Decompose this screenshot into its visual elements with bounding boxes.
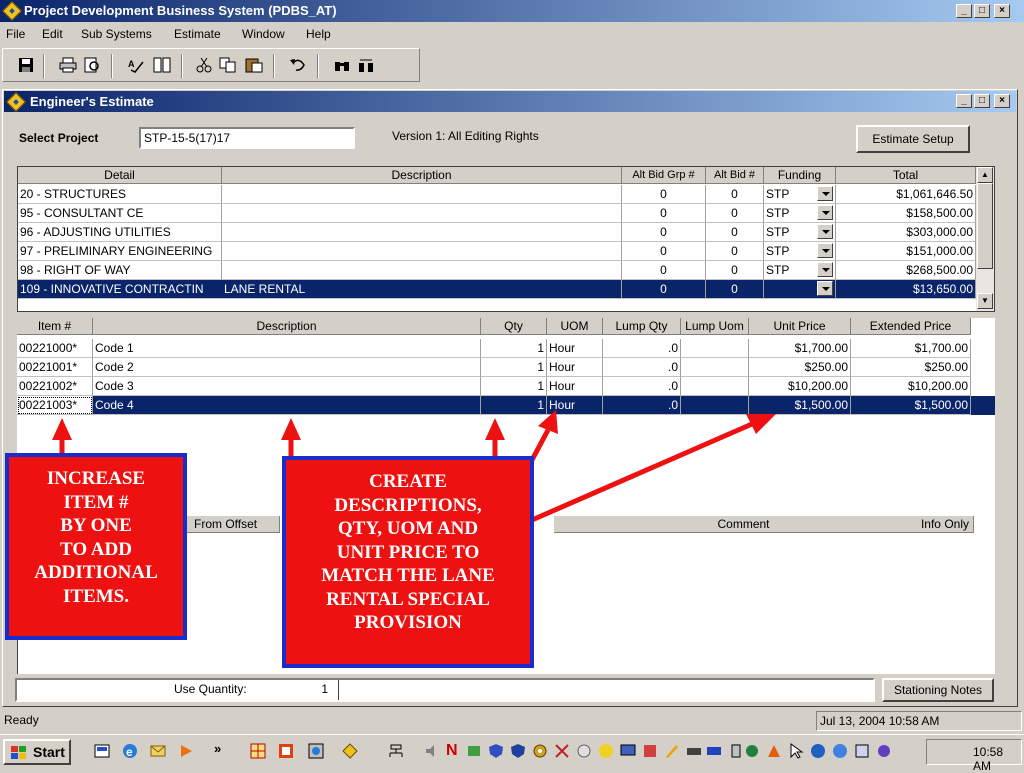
windows-logo-icon — [11, 746, 26, 759]
display-icon[interactable] — [706, 743, 722, 759]
pen-icon[interactable] — [664, 743, 680, 759]
battery-icon[interactable] — [728, 743, 744, 759]
callout-increase-item: INCREASE ITEM # BY ONE TO ADD ADDITIONAL… — [5, 453, 187, 640]
tray-app-icon[interactable] — [744, 743, 760, 759]
callout-line: TO ADD — [60, 538, 132, 560]
arrow-description — [281, 418, 301, 458]
tray-app-icon[interactable] — [876, 743, 892, 759]
ie-window-icon[interactable] — [308, 743, 324, 759]
shield-icon[interactable] — [510, 743, 526, 759]
cursor-icon[interactable] — [788, 743, 804, 759]
callout-line: BY ONE — [60, 515, 132, 536]
start-label: Start — [33, 744, 65, 760]
callout-line: ADDITIONAL — [34, 562, 158, 583]
clock-panel: 10:58 AM — [926, 739, 1022, 773]
grid-app-icon[interactable] — [250, 743, 266, 759]
tray-app-icon[interactable] — [832, 743, 848, 759]
tray-app-icon[interactable] — [810, 743, 826, 759]
tray-app-icon[interactable] — [766, 743, 782, 759]
start-button[interactable]: Start — [3, 739, 71, 765]
status-bar: Ready Jul 13, 2004 10:58 AM — [0, 710, 1024, 732]
tray-app-icon[interactable] — [854, 743, 870, 759]
media-player-icon[interactable] — [178, 743, 194, 759]
callout-line: MATCH THE LANE — [321, 565, 495, 586]
arrow-unit-price — [531, 414, 776, 523]
arrow-qty — [485, 418, 505, 458]
arrow-item-number — [52, 418, 72, 456]
callout-create-descriptions: CREATE DESCRIPTIONS, QTY, UOM AND UNIT P… — [282, 456, 534, 668]
status-datetime: Jul 13, 2004 10:58 AM — [816, 711, 1022, 731]
callout-line: PROVISION — [354, 612, 462, 633]
callout-line: ITEM # — [63, 491, 129, 513]
callout-line: DESCRIPTIONS, — [334, 494, 482, 516]
pdbs-task-icon[interactable] — [342, 743, 358, 759]
gear-icon[interactable] — [532, 743, 548, 759]
taskbar: Start e » N 10:58 AM — [0, 734, 1024, 773]
shield-icon[interactable] — [488, 743, 504, 759]
svg-text:e: e — [126, 745, 133, 759]
callout-line: INCREASE — [46, 468, 146, 489]
callout-line: UNIT PRICE TO — [336, 541, 480, 563]
norton-icon[interactable]: N — [446, 742, 458, 760]
show-desktop-icon[interactable] — [94, 743, 110, 759]
tray-app-icon[interactable] — [642, 743, 658, 759]
internet-explorer-icon[interactable]: e — [122, 743, 138, 759]
tools-icon[interactable] — [554, 743, 570, 759]
keyboard-icon[interactable] — [686, 743, 702, 759]
outlook-icon[interactable] — [150, 743, 166, 759]
volume-icon[interactable] — [424, 743, 440, 759]
status-text: Ready — [4, 713, 39, 727]
powerpoint-icon[interactable] — [278, 743, 294, 759]
callout-line: RENTAL SPECIAL — [326, 588, 490, 610]
callout-line: ITEMS. — [63, 585, 129, 607]
monitor-icon[interactable] — [620, 743, 636, 759]
chevron-more-icon[interactable]: » — [214, 741, 221, 756]
globe-icon[interactable] — [576, 743, 592, 759]
clock[interactable]: 10:58 AM — [973, 745, 1021, 773]
callout-line: QTY, UOM AND — [337, 518, 479, 539]
arrow-uom — [529, 410, 558, 462]
tray-app-icon[interactable] — [466, 743, 482, 759]
tray-app-icon[interactable] — [598, 743, 614, 759]
network-icon[interactable] — [388, 743, 404, 759]
callout-line: CREATE — [369, 471, 447, 492]
